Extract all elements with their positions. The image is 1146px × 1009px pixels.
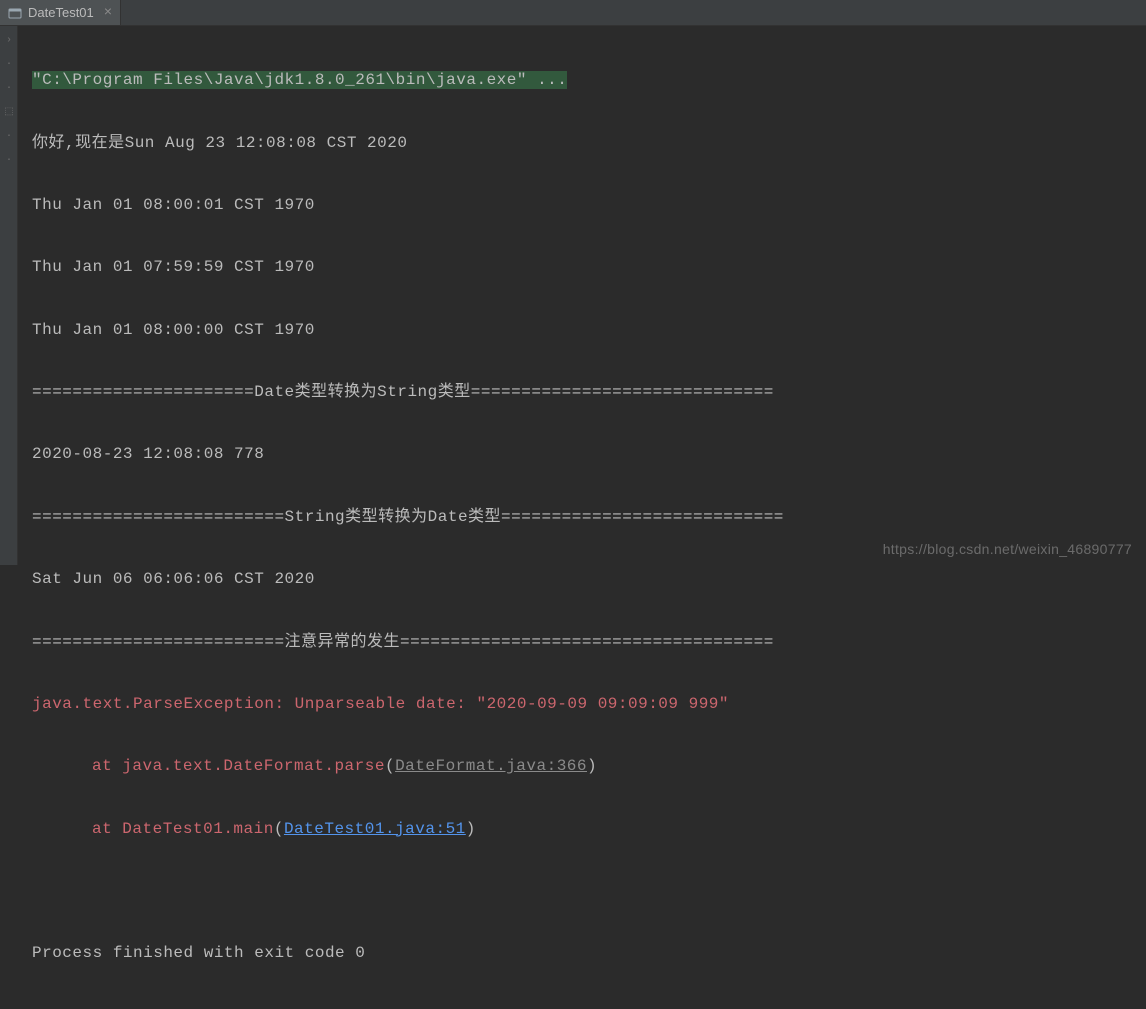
source-link[interactable]: DateFormat.java:366 [395, 757, 587, 775]
console-output: "C:\Program Files\Java\jdk1.8.0_261\bin\… [0, 26, 1146, 1009]
separator-line: =========================String类型转换为Date… [32, 502, 1136, 533]
gutter-icon-6: · [0, 150, 18, 170]
output-line: 你好,现在是Sun Aug 23 12:08:08 CST 2020 [32, 128, 1136, 159]
output-line: Thu Jan 01 07:59:59 CST 1970 [32, 252, 1136, 283]
exception-line: java.text.ParseException: Unparseable da… [32, 689, 1136, 720]
tab-label: DateTest01 [28, 5, 94, 20]
separator-line: =========================注意异常的发生========… [32, 627, 1136, 658]
source-link[interactable]: DateTest01.java:51 [284, 820, 466, 838]
separator-line: ======================Date类型转换为String类型=… [32, 377, 1136, 408]
exit-line: Process finished with exit code 0 [32, 938, 1136, 969]
gutter-icon-5: · [0, 126, 18, 146]
output-line: Sat Jun 06 06:06:06 CST 2020 [32, 564, 1136, 595]
tab-datetest01[interactable]: DateTest01 × [0, 0, 121, 25]
blank-line [32, 876, 1136, 907]
watermark: https://blog.csdn.net/weixin_46890777 [883, 541, 1132, 557]
cmd-line: "C:\Program Files\Java\jdk1.8.0_261\bin\… [32, 65, 1136, 96]
output-line: Thu Jan 01 08:00:00 CST 1970 [32, 315, 1136, 346]
output-line: 2020-08-23 12:08:08 778 [32, 439, 1136, 470]
output-line: Thu Jan 01 08:00:01 CST 1970 [32, 190, 1136, 221]
stack-trace-line: at DateTest01.main(DateTest01.java:51) [32, 814, 1136, 845]
gutter-icon-4: ⬚ [0, 102, 18, 122]
tab-bar: DateTest01 × [0, 0, 1146, 26]
gutter-icon-2: · [0, 54, 18, 74]
run-config-icon [8, 6, 22, 20]
stack-trace-line: at java.text.DateFormat.parse(DateFormat… [32, 751, 1136, 782]
gutter-icon-3: · [0, 78, 18, 98]
console-gutter: › · · ⬚ · · [0, 26, 18, 565]
gutter-icon-1: › [0, 30, 18, 50]
close-icon[interactable]: × [104, 5, 112, 21]
